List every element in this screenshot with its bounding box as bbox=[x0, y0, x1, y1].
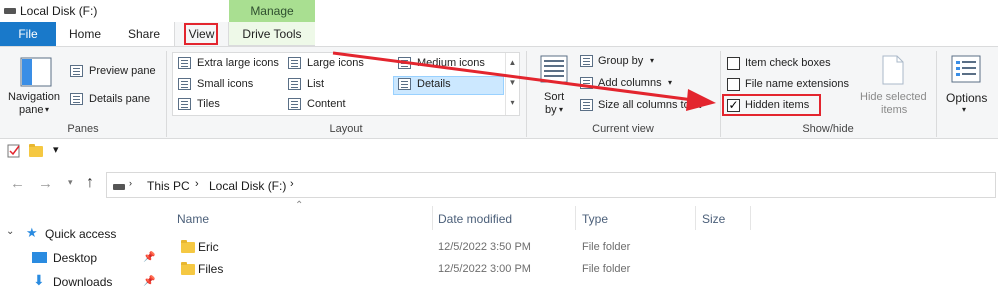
nav-item-label: Downloads bbox=[53, 275, 113, 289]
file-type: File folder bbox=[582, 263, 631, 275]
file-date: 12/5/2022 3:50 PM bbox=[438, 241, 531, 253]
chevron-right-icon[interactable]: › bbox=[195, 178, 199, 190]
up-arrow-icon[interactable]: ↑ bbox=[86, 174, 94, 192]
sort-ascending-icon: ⌃ bbox=[295, 200, 304, 211]
column-header-size[interactable]: Size bbox=[702, 212, 725, 226]
star-icon: ★ bbox=[26, 225, 38, 240]
forward-arrow-icon[interactable]: → bbox=[38, 175, 53, 192]
chevron-right-icon[interactable]: › bbox=[290, 178, 294, 190]
file-name: Files bbox=[198, 262, 224, 276]
navigation-row: ← → ▾ ↑ › This PC › Local Disk (F:) › bbox=[0, 168, 998, 202]
navigation-pane: ⌄ ★ Quick access Desktop 📌 ⬇ Downloads 📌 bbox=[0, 210, 170, 294]
breadcrumb-local-disk[interactable]: Local Disk (F:) bbox=[209, 179, 286, 193]
column-header-date[interactable]: Date modified bbox=[438, 212, 512, 226]
column-divider[interactable] bbox=[575, 206, 576, 230]
back-arrow-icon[interactable]: ← bbox=[10, 175, 25, 192]
column-header-type[interactable]: Type bbox=[582, 212, 608, 226]
column-divider[interactable] bbox=[432, 206, 433, 230]
recent-locations-icon[interactable]: ▾ bbox=[68, 177, 73, 188]
properties-icon[interactable] bbox=[7, 143, 21, 158]
column-header-name[interactable]: Name bbox=[177, 212, 209, 226]
new-folder-icon[interactable] bbox=[29, 144, 43, 157]
pin-icon[interactable]: 📌 bbox=[143, 276, 155, 287]
folder-icon bbox=[181, 240, 195, 253]
customize-qat-icon[interactable]: ▾ bbox=[53, 143, 59, 156]
pin-icon[interactable]: 📌 bbox=[143, 252, 155, 263]
desktop-icon bbox=[32, 252, 47, 263]
download-arrow-icon: ⬇ bbox=[33, 272, 45, 288]
quick-access-toolbar: ▾ bbox=[0, 139, 998, 163]
breadcrumb-this-pc[interactable]: This PC bbox=[147, 179, 190, 193]
address-bar[interactable]: › This PC › Local Disk (F:) › bbox=[106, 172, 996, 198]
folder-icon bbox=[181, 262, 195, 275]
expand-chevron-icon[interactable]: ⌄ bbox=[6, 226, 14, 237]
nav-item-label: Desktop bbox=[53, 251, 98, 265]
column-divider[interactable] bbox=[695, 206, 696, 230]
file-name: Eric bbox=[198, 240, 219, 254]
file-date: 12/5/2022 3:00 PM bbox=[438, 263, 531, 275]
quick-access-label[interactable]: Quick access bbox=[45, 227, 116, 241]
column-divider[interactable] bbox=[750, 206, 751, 230]
file-list: ⌃ Name Date modified Type Size Eric 12/5… bbox=[170, 200, 998, 294]
drive-icon bbox=[113, 184, 125, 190]
chevron-right-icon[interactable]: › bbox=[129, 178, 132, 188]
file-type: File folder bbox=[582, 241, 631, 253]
